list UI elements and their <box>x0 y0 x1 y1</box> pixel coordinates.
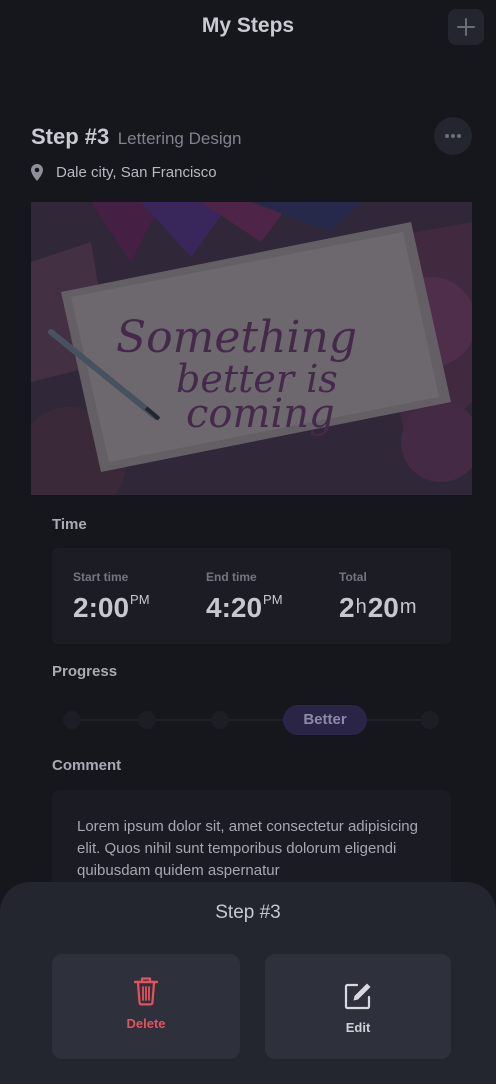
total-minutes-unit: m <box>399 596 417 618</box>
progress-current-step[interactable]: Better <box>283 705 367 735</box>
start-time-label: Start time <box>73 570 129 584</box>
progress-step[interactable] <box>63 711 81 729</box>
action-sheet: Step #3 Delete Edit <box>0 882 496 1084</box>
total-hours-unit: h <box>355 596 367 618</box>
progress-step[interactable] <box>138 711 156 729</box>
time-label: Time <box>52 516 87 533</box>
step-name: Lettering Design <box>117 129 242 148</box>
time-card: Start time 2:00PM End time 4:20PM Total … <box>52 548 451 644</box>
total-minutes: 20 <box>367 592 399 623</box>
delete-label: Delete <box>126 1016 166 1031</box>
start-time-value: 2:00 <box>73 592 130 623</box>
comment-label: Comment <box>52 757 122 774</box>
total-time-label: Total <box>339 570 367 584</box>
step-heading: Step #3 Lettering Design <box>31 124 242 150</box>
progress-step[interactable] <box>211 711 229 729</box>
comment-text: Lorem ipsum dolor sit, amet consectetur … <box>77 818 418 879</box>
trash-icon <box>133 977 159 1006</box>
progress-step[interactable] <box>421 711 439 729</box>
ellipsis-icon <box>434 117 472 155</box>
delete-button[interactable]: Delete <box>52 954 240 1059</box>
page-title: My Steps <box>201 14 295 37</box>
end-time-suffix: PM <box>263 592 283 607</box>
end-time-label: End time <box>206 570 257 584</box>
progress-label: Progress <box>52 663 118 680</box>
step-detail-screen: My Steps Step #3 Lettering Design Dale c… <box>0 0 496 1084</box>
start-time-suffix: PM <box>130 592 150 607</box>
add-step-button[interactable] <box>448 9 484 45</box>
more-options-button[interactable] <box>434 117 472 155</box>
step-photo: Something better is coming <box>31 202 472 495</box>
location-text: Dale city, San Francisco <box>56 164 217 181</box>
edit-icon <box>344 983 371 1010</box>
edit-label: Edit <box>345 1020 371 1035</box>
app-header: My Steps <box>0 0 496 56</box>
map-pin-icon <box>31 164 43 181</box>
end-time-value: 4:20 <box>206 592 263 623</box>
progress-track <box>72 719 430 721</box>
step-number: Step #3 <box>31 124 110 149</box>
total-hours: 2 <box>339 592 355 623</box>
sheet-title: Step #3 <box>215 902 281 923</box>
edit-button[interactable]: Edit <box>265 954 451 1059</box>
